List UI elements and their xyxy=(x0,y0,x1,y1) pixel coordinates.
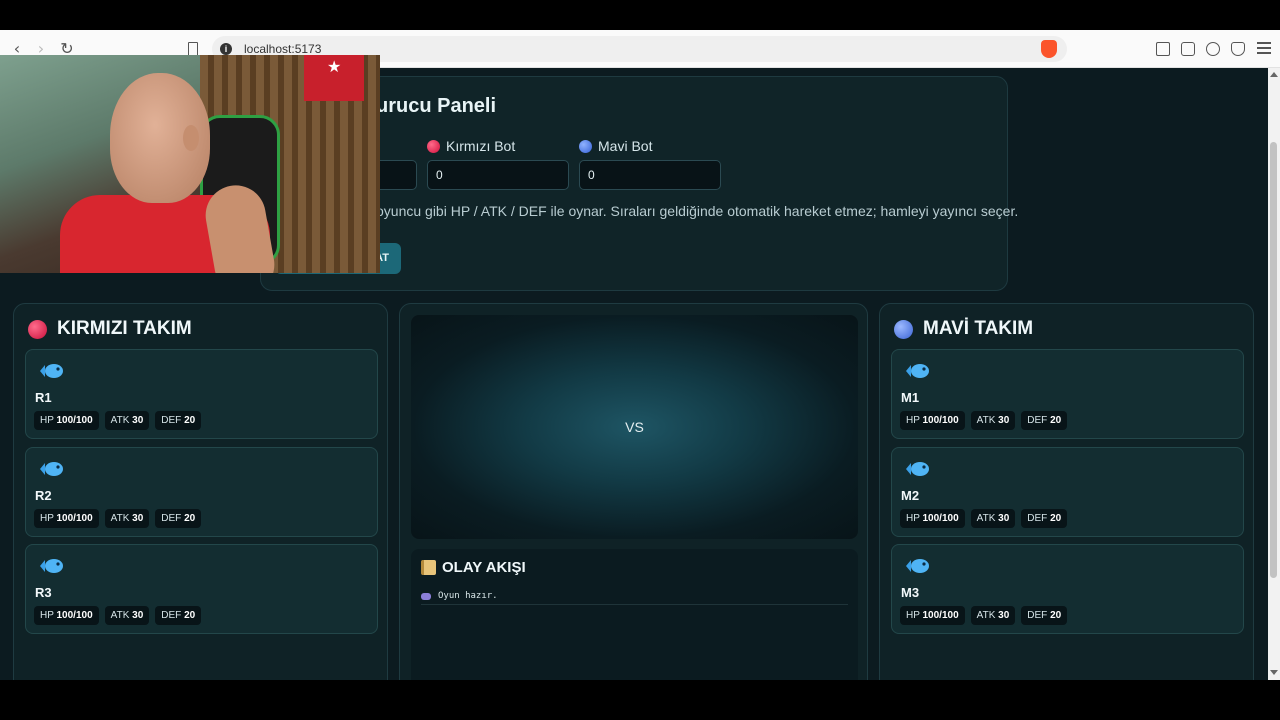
page-scrollbar[interactable] xyxy=(1268,68,1280,680)
player-name: M1 xyxy=(901,390,920,405)
menu-icon[interactable] xyxy=(1257,42,1271,56)
scroll-down-icon[interactable] xyxy=(1270,670,1278,675)
brave-icon[interactable] xyxy=(1041,40,1057,58)
blue-bot-field: Mavi Bot 0 xyxy=(579,137,721,190)
player-name: R3 xyxy=(35,585,52,600)
red-bot-input[interactable]: 0 xyxy=(427,160,569,190)
red-bot-field: Kırmızı Bot 0 xyxy=(427,137,569,190)
red-bot-label: Kırmızı Bot xyxy=(446,138,516,154)
def-stat: DEF 20 xyxy=(155,509,202,528)
atk-stat: ATK 30 xyxy=(970,509,1016,528)
player-name: R1 xyxy=(35,390,52,405)
blue-team-dot-icon xyxy=(894,319,913,339)
atk-stat: ATK 30 xyxy=(970,411,1016,430)
hp-stat: HP 100/100 xyxy=(900,411,965,430)
webcam-overlay: ★ xyxy=(0,55,380,273)
player-name: R2 xyxy=(35,488,52,503)
arena-panel: VS OLAY AKIŞI Oyun hazır. xyxy=(399,303,868,680)
blue-bot-label: Mavi Bot xyxy=(598,138,653,154)
battle-arena[interactable]: VS xyxy=(411,315,858,539)
blue-bot-input[interactable]: 0 xyxy=(579,160,721,190)
def-stat: DEF 20 xyxy=(155,411,202,430)
scroll-icon xyxy=(421,560,436,575)
vs-label: VS xyxy=(625,419,644,435)
red-team-panel: KIRMIZI TAKIM R1 HP 100/100 ATK 30 DEF 2… xyxy=(13,303,388,680)
def-stat: DEF 20 xyxy=(1021,509,1068,528)
atk-stat: ATK 30 xyxy=(104,509,150,528)
def-stat: DEF 20 xyxy=(155,606,202,625)
log-entry-text: Oyun hazır. xyxy=(438,591,498,601)
event-log-title: OLAY AKIŞI xyxy=(442,559,526,576)
fish-icon xyxy=(906,462,929,476)
atk-stat: ATK 30 xyxy=(104,606,150,625)
player-card-m2[interactable]: M2 HP 100/100 ATK 30 DEF 20 xyxy=(891,447,1244,537)
hp-stat: HP 100/100 xyxy=(34,509,99,528)
fish-icon xyxy=(906,559,929,573)
red-team-dot-icon xyxy=(28,319,47,339)
blue-team-panel: MAVİ TAKIM M1 HP 100/100 ATK 30 DEF 20 M… xyxy=(879,303,1254,680)
fish-icon xyxy=(40,462,63,476)
panel-note: oyuncu gibi HP / ATK / DEF ile oynar. Sı… xyxy=(376,203,1019,219)
letterbox-top xyxy=(0,0,1280,30)
wallet-icon[interactable] xyxy=(1181,42,1195,56)
fish-icon xyxy=(40,364,63,378)
def-stat: DEF 20 xyxy=(1021,411,1068,430)
panel-title: urucu Paneli xyxy=(376,95,497,117)
leo-ai-icon[interactable] xyxy=(1206,42,1220,56)
letterbox-bottom xyxy=(0,680,1280,720)
scroll-up-icon[interactable] xyxy=(1270,72,1278,77)
blue-team-title: MAVİ TAKIM xyxy=(923,318,1034,339)
player-card-r2[interactable]: R2 HP 100/100 ATK 30 DEF 20 xyxy=(25,447,378,537)
bookmark-icon[interactable] xyxy=(188,42,198,56)
log-entry: Oyun hazır. xyxy=(421,591,848,605)
hp-stat: HP 100/100 xyxy=(34,411,99,430)
vpn-shield-icon[interactable] xyxy=(1231,42,1245,56)
event-log: OLAY AKIŞI Oyun hazır. xyxy=(411,549,858,680)
player-name: M2 xyxy=(901,488,920,503)
player-card-m3[interactable]: M3 HP 100/100 ATK 30 DEF 20 xyxy=(891,544,1244,634)
blue-dot-icon xyxy=(579,139,592,153)
sidebar-icon[interactable] xyxy=(1156,42,1170,56)
hp-stat: HP 100/100 xyxy=(900,606,965,625)
fish-icon xyxy=(906,364,929,378)
player-name: M3 xyxy=(901,585,920,600)
atk-stat: ATK 30 xyxy=(104,411,150,430)
scroll-thumb[interactable] xyxy=(1270,142,1277,578)
fish-icon xyxy=(40,559,63,573)
atk-stat: ATK 30 xyxy=(970,606,1016,625)
player-card-r3[interactable]: R3 HP 100/100 ATK 30 DEF 20 xyxy=(25,544,378,634)
def-stat: DEF 20 xyxy=(1021,606,1068,625)
url-text: localhost:5173 xyxy=(244,42,322,56)
hp-stat: HP 100/100 xyxy=(34,606,99,625)
red-dot-icon xyxy=(427,139,440,153)
red-team-title: KIRMIZI TAKIM xyxy=(57,318,192,339)
hp-stat: HP 100/100 xyxy=(900,509,965,528)
player-card-m1[interactable]: M1 HP 100/100 ATK 30 DEF 20 xyxy=(891,349,1244,439)
gamepad-icon xyxy=(421,593,431,600)
site-info-icon[interactable]: i xyxy=(220,43,232,55)
player-card-r1[interactable]: R1 HP 100/100 ATK 30 DEF 20 xyxy=(25,349,378,439)
